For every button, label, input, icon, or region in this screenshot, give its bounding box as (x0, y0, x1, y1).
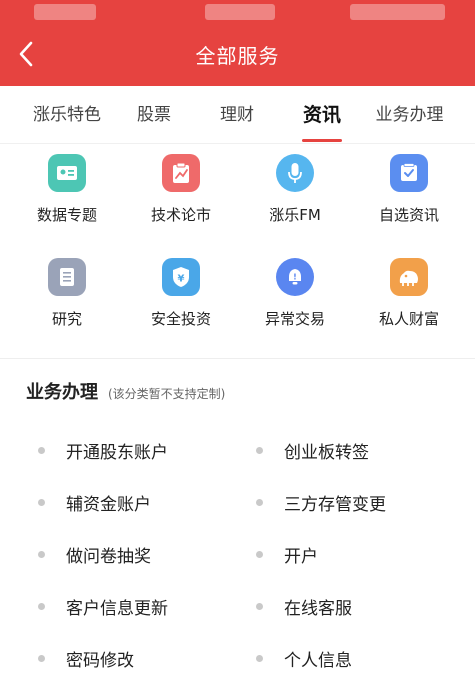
business-item-label: 客户信息更新 (66, 598, 168, 619)
app-header: 全部服务 (0, 0, 475, 86)
tab-label: 股票 (137, 104, 171, 125)
status-bar (0, 0, 475, 24)
service-data-topics[interactable]: 数据专题 (8, 144, 126, 244)
service-label: 异常交易 (264, 310, 325, 328)
business-section-header: 业务办理 (该分类暂不支持定制) (26, 378, 225, 404)
business-item-open-shareholder-account[interactable]: 开通股东账户 (38, 430, 168, 470)
section-divider (0, 358, 475, 359)
tab-label: 资讯 (302, 103, 341, 126)
service-label: 研究 (51, 310, 82, 328)
business-item-change-password[interactable]: 密码修改 (38, 638, 134, 676)
service-technical-analysis[interactable]: 技术论市 (122, 144, 240, 244)
business-item-third-party-custody-change[interactable]: 三方存管变更 (256, 482, 386, 522)
business-item-label: 开户 (284, 546, 318, 567)
svg-text:¥: ¥ (178, 274, 185, 285)
service-research[interactable]: 研究 (8, 248, 126, 348)
checkbox-icon (390, 154, 428, 192)
status-bar-blur (34, 4, 96, 20)
business-item-label: 在线客服 (284, 598, 352, 619)
document-icon (48, 258, 86, 296)
tab-news[interactable]: 资讯 (300, 86, 344, 144)
bullet-dot-icon (256, 550, 263, 558)
lion-icon (390, 258, 428, 296)
tab-wealth-management[interactable]: 理财 (174, 86, 300, 144)
tab-label: 理财 (220, 104, 254, 125)
svg-text:!: ! (293, 273, 297, 282)
status-bar-blur (350, 4, 445, 20)
business-item-label: 辅资金账户 (66, 494, 151, 515)
service-label: 安全投资 (150, 310, 211, 328)
business-item-label: 个人信息 (284, 650, 352, 671)
service-safe-investing[interactable]: ¥ 安全投资 (122, 248, 240, 348)
business-item-open-account[interactable]: 开户 (256, 534, 318, 574)
business-item-label: 做问卷抽奖 (66, 546, 151, 567)
chart-trend-icon (162, 154, 200, 192)
service-watchlist-news[interactable]: 自选资讯 (350, 144, 468, 244)
id-card-icon (48, 154, 86, 192)
service-grid: 数据专题 技术论市 涨乐FM 自选资讯 研究 ¥ 安全投资 ! 异常交易 私人财… (0, 144, 475, 358)
business-item-personal-info[interactable]: 个人信息 (256, 638, 352, 676)
service-label: 私人财富 (378, 310, 439, 328)
business-item-label: 创业板转签 (284, 442, 369, 463)
bullet-dot-icon (38, 550, 45, 558)
bullet-dot-icon (256, 602, 263, 610)
bullet-dot-icon (256, 446, 263, 454)
app-root: 全部服务 涨乐特色 股票 理财 资讯 业务办理 数据专题 技术论市 涨乐FM 自… (0, 0, 475, 676)
tab-bar: 涨乐特色 股票 理财 资讯 业务办理 (0, 86, 475, 144)
section-note: (该分类暂不支持定制) (108, 387, 226, 401)
section-title: 业务办理 (26, 382, 98, 403)
bullet-dot-icon (256, 498, 263, 506)
status-bar-blur (205, 4, 275, 20)
bullet-dot-icon (38, 654, 45, 662)
bullet-dot-icon (38, 446, 45, 454)
business-item-survey-lottery[interactable]: 做问卷抽奖 (38, 534, 151, 574)
page-title: 全部服务 (195, 44, 280, 68)
service-zhangle-fm[interactable]: 涨乐FM (236, 144, 354, 244)
tab-business[interactable]: 业务办理 (344, 86, 475, 144)
business-item-label: 开通股东账户 (66, 442, 168, 463)
business-item-label: 三方存管变更 (284, 494, 386, 515)
service-label: 技术论市 (150, 206, 211, 224)
shield-yen-icon: ¥ (162, 258, 200, 296)
business-item-online-support[interactable]: 在线客服 (256, 586, 352, 626)
tab-stocks[interactable]: 股票 (134, 86, 174, 144)
service-private-wealth[interactable]: 私人财富 (350, 248, 468, 348)
bullet-dot-icon (38, 602, 45, 610)
tab-label: 涨乐特色 (33, 104, 101, 125)
service-label: 数据专题 (36, 206, 97, 224)
tab-label: 业务办理 (375, 104, 444, 125)
business-item-auxiliary-fund-account[interactable]: 辅资金账户 (38, 482, 151, 522)
service-label: 涨乐FM (269, 206, 321, 224)
business-item-chinext-transfer[interactable]: 创业板转签 (256, 430, 369, 470)
tab-zhangle-features[interactable]: 涨乐特色 (0, 86, 134, 144)
service-abnormal-trading[interactable]: ! 异常交易 (236, 248, 354, 348)
bell-alert-icon: ! (276, 258, 314, 296)
business-item-update-customer-info[interactable]: 客户信息更新 (38, 586, 168, 626)
business-item-label: 密码修改 (66, 650, 134, 671)
bullet-dot-icon (256, 654, 263, 662)
bullet-dot-icon (38, 498, 45, 506)
service-label: 自选资讯 (378, 206, 439, 224)
microphone-icon (276, 154, 314, 192)
